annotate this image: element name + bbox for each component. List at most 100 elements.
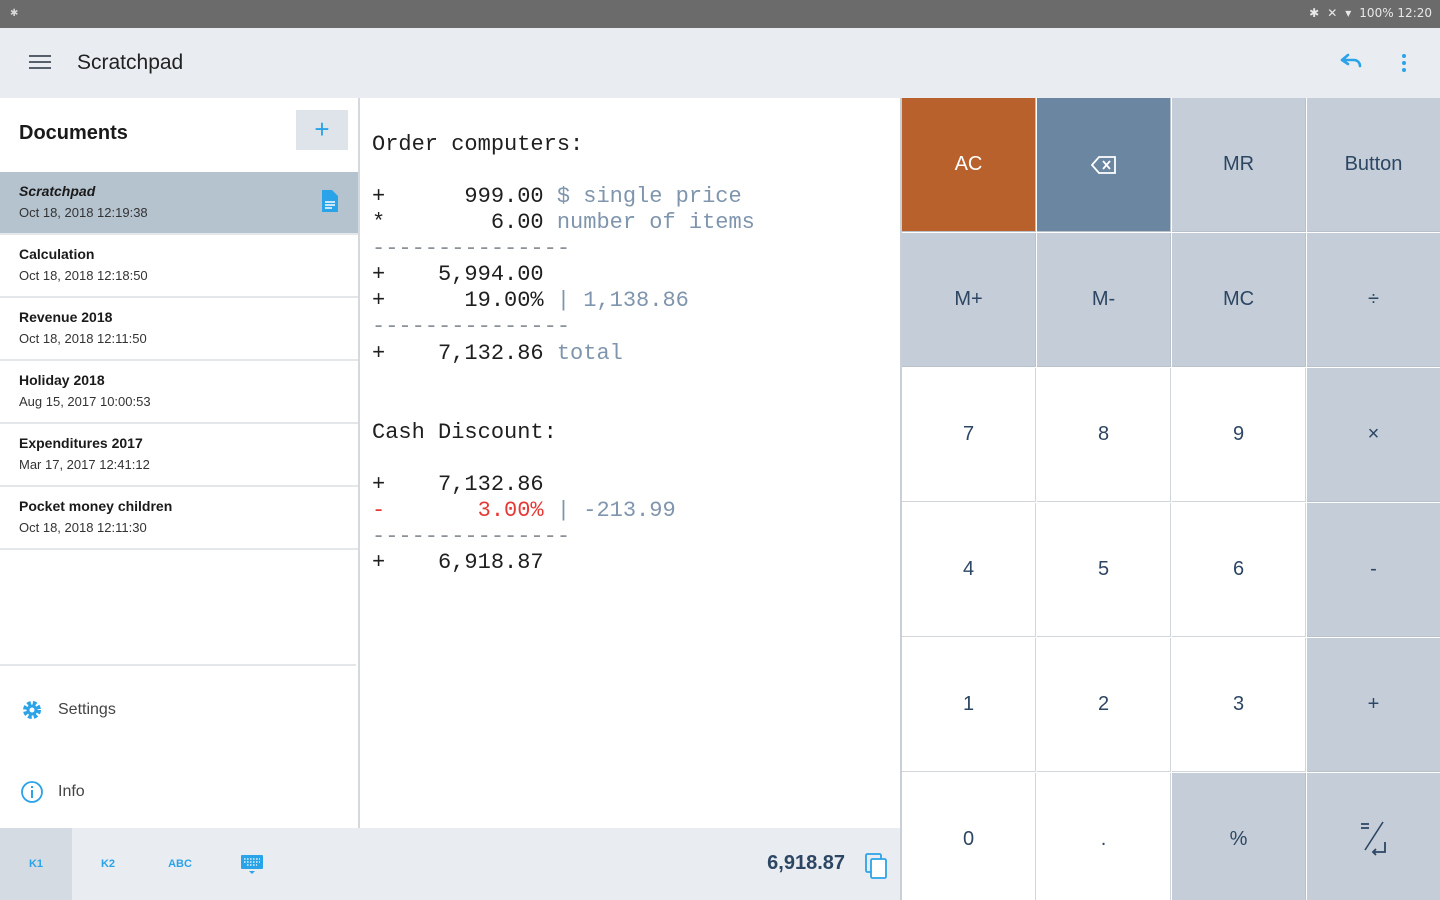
value: 19.00% (464, 288, 544, 313)
separator: --------------- (372, 314, 571, 339)
settings-label: Settings (58, 701, 116, 718)
memory-recall-button[interactable]: MR (1172, 98, 1306, 232)
operator: + (372, 550, 386, 575)
value: 5,994.00 (438, 262, 544, 287)
digit-1-button[interactable]: 1 (902, 638, 1036, 772)
value: 7,132.86 (438, 341, 544, 366)
plus-button[interactable]: + (1307, 638, 1440, 772)
document-name: Scratchpad (19, 183, 96, 199)
calc-line: + 6,918.87 (372, 550, 544, 575)
comment: | 1,138.86 (556, 288, 689, 313)
info-link[interactable]: Info (20, 780, 85, 804)
separator: --------------- (372, 236, 571, 261)
operator: - (372, 498, 386, 523)
info-icon (21, 781, 43, 803)
value: 6,918.87 (438, 550, 544, 575)
digit-2-button[interactable]: 2 (1037, 638, 1171, 772)
memory-subtract-button[interactable]: M- (1037, 233, 1171, 367)
digit-4-button[interactable]: 4 (902, 503, 1036, 637)
document-date: Oct 18, 2018 12:11:30 (19, 520, 147, 535)
value: 7,132.86 (438, 472, 544, 497)
divide-button[interactable]: ÷ (1307, 233, 1440, 367)
all-clear-button[interactable]: AC (902, 98, 1036, 232)
value: 6.00 (490, 210, 544, 235)
keyboard-icon[interactable] (216, 828, 288, 900)
sidebar-divider (0, 664, 356, 666)
menu-icon[interactable] (28, 52, 52, 74)
scratchpad-editor[interactable]: Order computers: + 999.00 $ single price… (362, 98, 900, 828)
more-vert-icon[interactable] (1394, 48, 1414, 78)
document-date: Mar 17, 2017 12:41:12 (19, 457, 150, 472)
notification-icon: ✱ (10, 8, 19, 19)
document-icon (322, 190, 338, 212)
document-name: Holiday 2018 (19, 372, 105, 388)
operator: + (372, 288, 386, 313)
operator: + (372, 341, 386, 366)
result-value: 6,918.87 (767, 852, 845, 874)
document-item[interactable]: Expenditures 2017 Mar 17, 2017 12:41:12 (0, 424, 358, 487)
document-item[interactable]: Calculation Oct 18, 2018 12:18:50 (0, 235, 358, 298)
operator: * (372, 210, 386, 235)
equals-enter-icon (1360, 821, 1386, 856)
digit-6-button[interactable]: 6 (1172, 503, 1306, 637)
status-icons: ✱ ✕ ▾ 100% 12:20 (1309, 6, 1432, 20)
comment: $ single price (556, 184, 742, 209)
operator: + (372, 472, 386, 497)
copy-icon[interactable] (864, 852, 888, 880)
add-document-button[interactable]: + (296, 110, 348, 150)
backspace-icon (1090, 155, 1116, 174)
digit-5-button[interactable]: 5 (1037, 503, 1171, 637)
calc-line: + 7,132.86 (372, 472, 544, 497)
calculator-keypad: AC MR Button M+ M- MC ÷ 7 8 9 × 4 5 6 - … (900, 98, 1440, 900)
minus-button[interactable]: - (1307, 503, 1440, 637)
document-list: Scratchpad Oct 18, 2018 12:19:38 Calcula… (0, 172, 358, 550)
undo-icon[interactable] (1336, 48, 1366, 78)
document-date: Oct 18, 2018 12:11:50 (19, 331, 147, 346)
memory-clear-button[interactable]: MC (1172, 233, 1306, 367)
status-bar: ✱ ✱ ✕ ▾ 100% 12:20 (0, 0, 1440, 28)
tab-abc[interactable]: ABC (144, 828, 216, 900)
digit-9-button[interactable]: 9 (1172, 368, 1306, 502)
document-item[interactable]: Holiday 2018 Aug 15, 2017 10:00:53 (0, 361, 358, 424)
document-name: Revenue 2018 (19, 309, 113, 325)
document-item[interactable]: Scratchpad Oct 18, 2018 12:19:38 (0, 172, 358, 235)
digit-7-button[interactable]: 7 (902, 368, 1036, 502)
bluetooth-icon: ✱ (1309, 6, 1320, 20)
calc-line: * 6.00 number of items (372, 210, 755, 235)
comment: total (556, 341, 623, 366)
calc-line: + 7,132.86 total (372, 341, 623, 366)
document-date: Aug 15, 2017 10:00:53 (19, 394, 151, 409)
app-title: Scratchpad (77, 51, 184, 74)
document-name: Pocket money children (19, 498, 173, 514)
multiply-button[interactable]: × (1307, 368, 1440, 502)
tab-k2[interactable]: K2 (72, 828, 144, 900)
document-item[interactable]: Pocket money children Oct 18, 2018 12:11… (0, 487, 358, 550)
custom-button[interactable]: Button (1307, 98, 1440, 232)
operator: + (372, 184, 386, 209)
decimal-button[interactable]: . (1037, 773, 1171, 900)
tab-k1[interactable]: K1 (0, 828, 72, 900)
percent-button[interactable]: % (1172, 773, 1306, 900)
value: 3.00% (477, 498, 544, 523)
document-name: Expenditures 2017 (19, 435, 143, 451)
gear-icon (23, 701, 41, 719)
equals-enter-button[interactable] (1307, 773, 1440, 900)
value: 999.00 (464, 184, 544, 209)
document-date: Oct 18, 2018 12:19:38 (19, 205, 148, 220)
calc-line: - 3.00% | -213.99 (372, 498, 676, 523)
digit-3-button[interactable]: 3 (1172, 638, 1306, 772)
separator: --------------- (372, 524, 571, 549)
documents-sidebar: Documents + Scratchpad Oct 18, 2018 12:1… (0, 98, 360, 828)
comment: | -213.99 (556, 498, 676, 523)
memory-add-button[interactable]: M+ (902, 233, 1036, 367)
operator: + (372, 262, 386, 287)
app-bar: Scratchpad (0, 28, 1440, 98)
backspace-button[interactable] (1037, 98, 1171, 232)
comment: number of items (556, 210, 755, 235)
digit-8-button[interactable]: 8 (1037, 368, 1171, 502)
document-item[interactable]: Revenue 2018 Oct 18, 2018 12:11:50 (0, 298, 358, 361)
settings-link[interactable]: Settings (20, 698, 116, 722)
bottom-bar: K1 K2 ABC 6,918.87 (0, 828, 900, 900)
wifi-icon: ▾ (1345, 6, 1352, 20)
digit-0-button[interactable]: 0 (902, 773, 1036, 900)
